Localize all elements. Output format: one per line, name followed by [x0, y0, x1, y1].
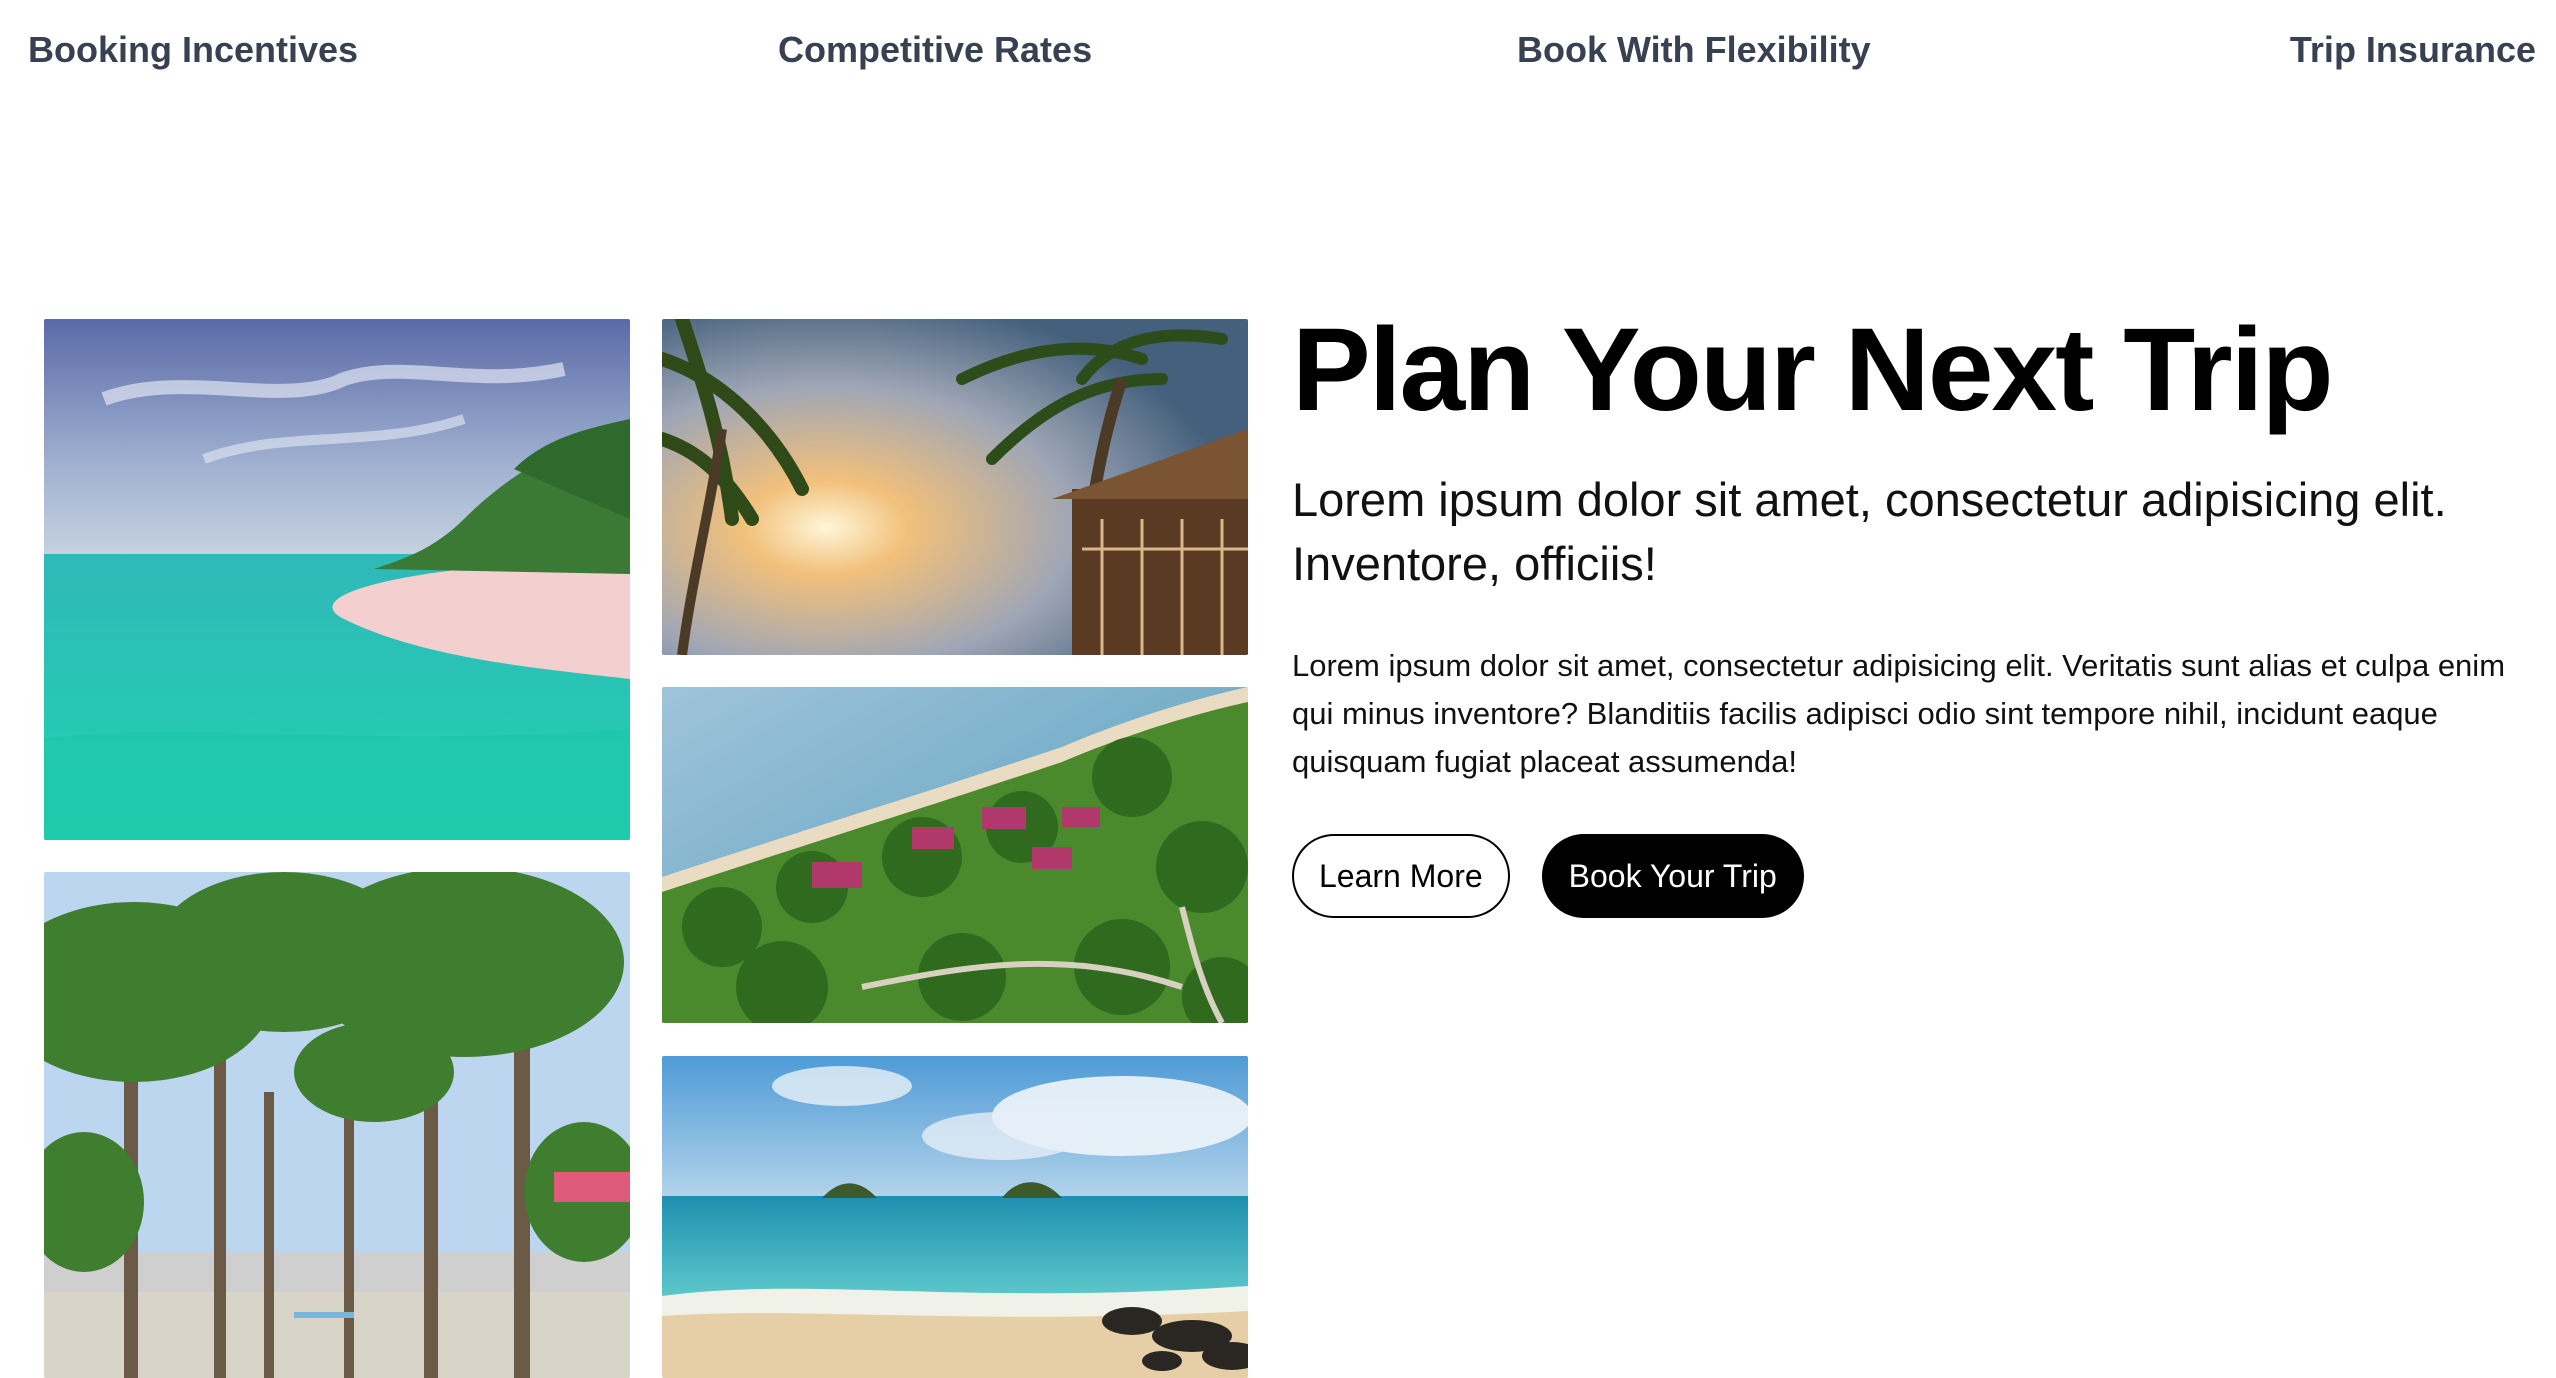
- learn-more-button[interactable]: Learn More: [1292, 834, 1510, 918]
- hero-body-text: Lorem ipsum dolor sit amet, consectetur …: [1292, 648, 2506, 779]
- hero-content: Plan Your Next Trip Lorem ipsum dolor si…: [1292, 300, 2532, 918]
- nav-book-with-flexibility[interactable]: Book With Flexibility: [1517, 28, 1871, 72]
- nav-trip-insurance[interactable]: Trip Insurance: [2290, 28, 2536, 72]
- aerial-resort-photo: [662, 687, 1248, 1023]
- nav-competitive-rates[interactable]: Competitive Rates: [778, 28, 1092, 72]
- hero-title: Plan Your Next Trip: [1292, 304, 2334, 436]
- sunset-palms-photo: [662, 319, 1248, 655]
- nav-booking-incentives[interactable]: Booking Incentives: [28, 28, 358, 72]
- cta-row: Learn More Book Your Trip: [1292, 834, 2532, 918]
- top-nav: Booking Incentives Competitive Rates Boo…: [0, 0, 2556, 110]
- book-your-trip-button[interactable]: Book Your Trip: [1541, 834, 1804, 918]
- beach-photo: [44, 319, 630, 840]
- palm-avenue-photo: [44, 872, 630, 1378]
- island-beach-photo: [662, 1056, 1248, 1378]
- hero-subtitle: Lorem ipsum dolor sit amet, consectetur …: [1292, 473, 2447, 590]
